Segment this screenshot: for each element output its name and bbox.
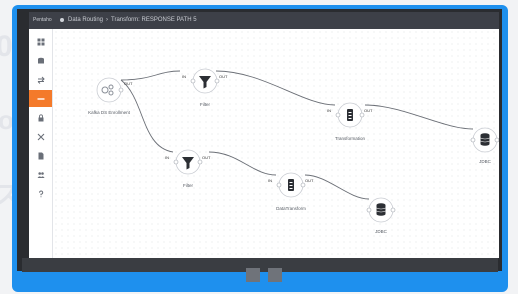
connection-line [120, 79, 174, 153]
minus-icon [37, 97, 44, 100]
database-icon [376, 203, 386, 216]
node-label: JDBC [375, 229, 388, 234]
port-label: OUT [202, 155, 211, 160]
monitor-stand [268, 268, 282, 282]
output-port[interactable] [359, 112, 365, 118]
users-icon [37, 171, 45, 178]
sidebar-item-dashboard[interactable] [29, 33, 52, 50]
transform-icon [347, 109, 353, 121]
monitor-chin [22, 258, 498, 272]
breadcrumb-item-current: Transform: RESPONSE PATH 5 [111, 17, 197, 23]
output-port[interactable] [118, 87, 124, 93]
question-icon [38, 190, 43, 197]
port-label: IN [268, 178, 272, 183]
breadcrumb: Data Routing › Transform: RESPONSE PATH 5 [68, 17, 197, 23]
input-port[interactable] [190, 78, 196, 84]
connection-line [208, 151, 277, 176]
transform-node[interactable]: IN OUT Transformation [327, 102, 373, 141]
output-port[interactable] [197, 159, 203, 165]
input-port[interactable] [173, 159, 179, 165]
breadcrumb-separator: › [106, 17, 109, 23]
source-node[interactable]: OUT Kafka DS Enrollment [88, 77, 133, 115]
input-port[interactable] [366, 207, 372, 213]
connection-line [215, 70, 336, 106]
sidebar-item-help[interactable] [29, 185, 52, 202]
connection-line [304, 174, 370, 200]
transform-icon [288, 179, 294, 191]
sidebar-item-security[interactable] [29, 109, 52, 126]
port-label: OUT [219, 74, 228, 79]
sink-node[interactable]: JDBC [366, 197, 396, 234]
connection-line [120, 70, 181, 81]
port-label: OUT [305, 178, 314, 183]
output-port[interactable] [300, 182, 306, 188]
app-screen: Pentaho Data Routing › Transform: RESPONSE… [29, 12, 499, 258]
database-icon [480, 133, 490, 146]
arrows-icon [37, 76, 45, 84]
port-label: OUT [124, 81, 133, 86]
background-decoration: 0 [0, 30, 13, 63]
node-label: Filter [200, 102, 211, 107]
connection-line [364, 104, 474, 130]
sink-node[interactable]: JDBC [470, 127, 499, 164]
sidebar-item-tools[interactable] [29, 128, 52, 145]
port-label: IN [327, 108, 331, 113]
top-bar: Pentaho Data Routing › Transform: RESPONSE… [29, 12, 499, 29]
node-label: JDBC [479, 159, 492, 164]
sidebar-item-documents[interactable] [29, 147, 52, 164]
node-label: Filter [183, 183, 194, 188]
output-port[interactable] [390, 207, 396, 213]
sidebar-item-pipelines[interactable] [29, 90, 52, 107]
node-label: Kafka DS Enrollment [88, 110, 131, 115]
pipeline-canvas[interactable]: OUT Kafka DS Enrollment IN OUT Filter IN [53, 29, 499, 258]
sidebar-item-storage[interactable] [29, 52, 52, 69]
sidebar-item-users[interactable] [29, 166, 52, 183]
output-port[interactable] [494, 137, 499, 143]
transform-node[interactable]: IN OUT DataTransform [268, 172, 314, 211]
filter-node[interactable]: IN OUT Filter [182, 68, 228, 107]
app-brand[interactable]: Pentaho [33, 17, 52, 23]
input-port[interactable] [276, 182, 282, 188]
status-dot-icon [60, 18, 64, 22]
filter-node[interactable]: IN OUT Filter [165, 149, 211, 188]
close-icon [37, 133, 44, 140]
sidebar-item-transfer[interactable] [29, 71, 52, 88]
port-label: IN [182, 74, 186, 79]
sidebar [29, 29, 53, 258]
lock-icon [38, 113, 43, 121]
port-label: IN [165, 155, 169, 160]
node-label: Transformation [335, 136, 366, 141]
file-icon [38, 152, 43, 159]
database-icon [37, 57, 44, 63]
grid-icon [37, 38, 44, 45]
input-port[interactable] [470, 137, 476, 143]
output-port[interactable] [214, 78, 220, 84]
port-label: OUT [364, 108, 373, 113]
input-port[interactable] [335, 112, 341, 118]
breadcrumb-item[interactable]: Data Routing [68, 17, 103, 23]
node-label: DataTransform [276, 206, 306, 211]
monitor-stand [246, 268, 260, 282]
pipeline-graph: OUT Kafka DS Enrollment IN OUT Filter IN [88, 68, 499, 234]
